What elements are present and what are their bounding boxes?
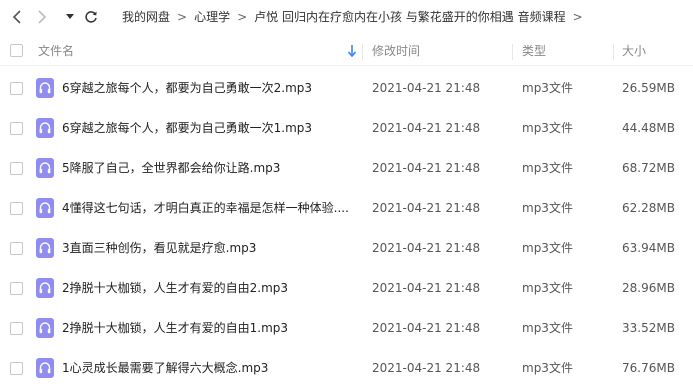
file-name[interactable]: 6穿越之旅每个人，都要为自己勇敢一次2.mp3	[62, 68, 312, 108]
row-checkbox[interactable]	[10, 82, 23, 95]
file-name[interactable]: 2挣脱十大枷锁，人生才有爱的自由2.mp3	[62, 268, 288, 308]
breadcrumb-separator: >	[572, 10, 583, 24]
file-modified: 2021-04-21 21:48	[372, 161, 481, 175]
audio-file-icon	[36, 118, 54, 138]
navigation-bar: 我的网盘 > 心理学 > 卢悦 回归内在疗愈内在小孩 与繁花盛开的你相遇 音频课程 >	[0, 0, 693, 34]
breadcrumb-item-course[interactable]: 卢悦 回归内在疗愈内在小孩 与繁花盛开的你相遇 音频课程	[254, 0, 565, 34]
header-modified[interactable]: 修改时间	[372, 36, 420, 66]
header-name[interactable]: 文件名	[38, 36, 74, 66]
file-size: 33.52MB	[622, 321, 675, 335]
audio-file-icon	[36, 198, 54, 218]
table-row[interactable]: 2挣脱十大枷锁，人生才有爱的自由1.mp3 2021-04-21 21:48 m…	[0, 308, 693, 348]
file-modified: 2021-04-21 21:48	[372, 241, 481, 255]
table-row[interactable]: 6穿越之旅每个人，都要为自己勇敢一次1.mp3 2021-04-21 21:48…	[0, 108, 693, 148]
row-checkbox[interactable]	[10, 162, 23, 175]
file-modified: 2021-04-21 21:48	[372, 201, 481, 215]
file-modified: 2021-04-21 21:48	[372, 81, 481, 95]
file-size: 63.94MB	[622, 241, 675, 255]
row-checkbox[interactable]	[10, 282, 23, 295]
file-name[interactable]: 1心灵成长最需要了解得六大概念.mp3	[62, 348, 268, 388]
file-type: mp3文件	[522, 361, 573, 375]
table-row[interactable]: 1心灵成长最需要了解得六大概念.mp3 2021-04-21 21:48 mp3…	[0, 348, 693, 388]
audio-file-icon	[36, 318, 54, 338]
table-row[interactable]: 6穿越之旅每个人，都要为自己勇敢一次2.mp3 2021-04-21 21:48…	[0, 68, 693, 108]
file-type: mp3文件	[522, 241, 573, 255]
file-modified: 2021-04-21 21:48	[372, 281, 481, 295]
file-type: mp3文件	[522, 121, 573, 135]
row-checkbox[interactable]	[10, 322, 23, 335]
column-divider[interactable]	[362, 44, 363, 60]
table-row[interactable]: 3直面三种创伤，看见就是疗愈.mp3 2021-04-21 21:48 mp3文…	[0, 228, 693, 268]
file-modified: 2021-04-21 21:48	[372, 321, 481, 335]
file-type: mp3文件	[522, 201, 573, 215]
sort-descending-icon[interactable]	[346, 44, 358, 58]
file-type: mp3文件	[522, 81, 573, 95]
file-type: mp3文件	[522, 321, 573, 335]
column-divider[interactable]	[613, 44, 614, 60]
file-size: 28.96MB	[622, 281, 675, 295]
audio-file-icon	[36, 78, 54, 98]
file-size: 26.59MB	[622, 81, 675, 95]
file-name[interactable]: 2挣脱十大枷锁，人生才有爱的自由1.mp3	[62, 308, 288, 348]
breadcrumb-separator: >	[237, 10, 248, 24]
file-size: 68.72MB	[622, 161, 675, 175]
history-dropdown-icon[interactable]	[62, 9, 78, 25]
file-name[interactable]: 4懂得这七句话，才明白真正的幸福是怎样一种体验....	[62, 188, 349, 228]
file-modified: 2021-04-21 21:48	[372, 361, 481, 375]
forward-arrow-icon[interactable]	[34, 9, 50, 25]
breadcrumb-item-psychology[interactable]: 心理学	[194, 0, 230, 34]
table-row[interactable]: 4懂得这七句话，才明白真正的幸福是怎样一种体验.... 2021-04-21 2…	[0, 188, 693, 228]
file-list-header: 文件名 修改时间 类型 大小	[0, 36, 693, 66]
audio-file-icon	[36, 158, 54, 178]
table-row[interactable]: 5降服了自己，全世界都会给你让路.mp3 2021-04-21 21:48 mp…	[0, 148, 693, 188]
file-modified: 2021-04-21 21:48	[372, 121, 481, 135]
file-name[interactable]: 5降服了自己，全世界都会给你让路.mp3	[62, 148, 280, 188]
back-arrow-icon[interactable]	[9, 9, 25, 25]
breadcrumb-separator: >	[177, 10, 188, 24]
row-checkbox[interactable]	[10, 362, 23, 375]
file-type: mp3文件	[522, 161, 573, 175]
breadcrumb-item-root[interactable]: 我的网盘	[122, 0, 170, 34]
row-checkbox[interactable]	[10, 202, 23, 215]
file-name[interactable]: 3直面三种创伤，看见就是疗愈.mp3	[62, 228, 256, 268]
table-row[interactable]: 2挣脱十大枷锁，人生才有爱的自由2.mp3 2021-04-21 21:48 m…	[0, 268, 693, 308]
file-type: mp3文件	[522, 281, 573, 295]
audio-file-icon	[36, 238, 54, 258]
file-size: 76.76MB	[622, 361, 675, 375]
file-size: 44.48MB	[622, 121, 675, 135]
header-size[interactable]: 大小	[622, 36, 646, 66]
breadcrumb: 我的网盘 > 心理学 > 卢悦 回归内在疗愈内在小孩 与繁花盛开的你相遇 音频课程 >	[122, 0, 590, 34]
header-type[interactable]: 类型	[522, 36, 546, 66]
select-all-checkbox[interactable]	[10, 44, 23, 57]
column-divider[interactable]	[512, 44, 513, 60]
refresh-icon[interactable]	[83, 9, 99, 25]
row-checkbox[interactable]	[10, 122, 23, 135]
file-name[interactable]: 6穿越之旅每个人，都要为自己勇敢一次1.mp3	[62, 108, 312, 148]
file-size: 62.28MB	[622, 201, 675, 215]
audio-file-icon	[36, 278, 54, 298]
row-checkbox[interactable]	[10, 242, 23, 255]
audio-file-icon	[36, 358, 54, 378]
